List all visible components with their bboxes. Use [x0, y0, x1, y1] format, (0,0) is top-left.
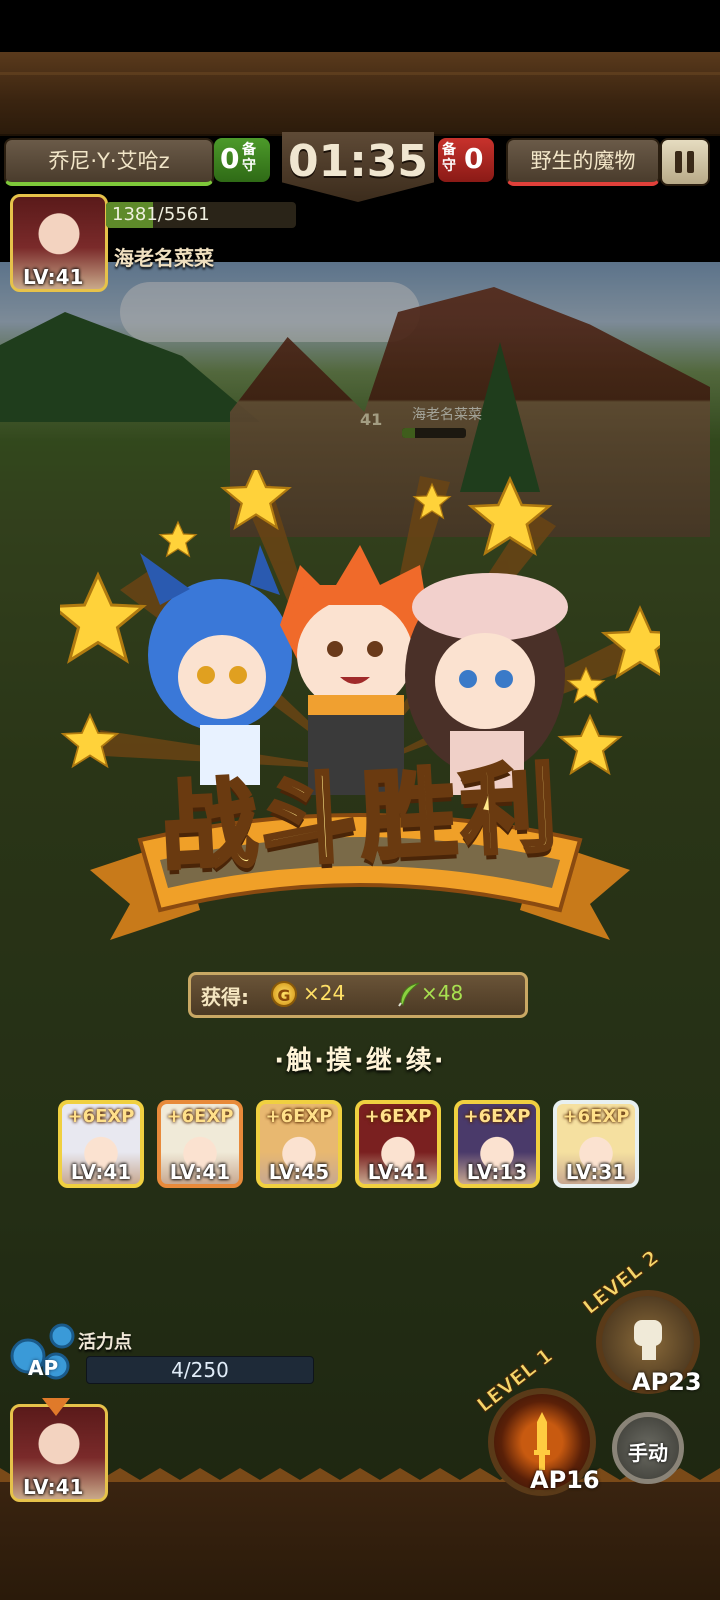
party-member-card: +6EXP LV:41 [157, 1100, 243, 1188]
manual-mode-button[interactable]: 手动 [612, 1412, 684, 1484]
party-member-card: +6EXP LV:41 [58, 1100, 144, 1188]
left-guard-count: 0 [220, 142, 240, 175]
ap-bar: 4/250 [86, 1356, 314, 1384]
bottom-unit-level: LV:41 [23, 1475, 84, 1499]
party-member-card: +6EXP LV:41 [355, 1100, 441, 1188]
top-unit-name: 海老名菜菜 [114, 246, 214, 270]
manual-mode-label: 手动 [628, 1441, 668, 1465]
battle-timer: 01:35 [282, 132, 434, 202]
bottom-wood-band [0, 1482, 720, 1600]
right-guard-count: 0 [464, 142, 484, 175]
party-member-exp: +6EXP [364, 1106, 432, 1127]
party-member-card: +6EXP LV:31 [553, 1100, 639, 1188]
star-icon [60, 712, 120, 769]
top-unit-portrait[interactable]: LV:41 [10, 194, 108, 292]
left-guard-counter: 0 备守 [214, 138, 270, 182]
party-member-exp: +6EXP [67, 1106, 135, 1127]
party-member-card: +6EXP LV:13 [454, 1100, 540, 1188]
touch-to-continue-prompt[interactable]: ·触·摸·继·续· [0, 1040, 720, 1077]
ap-title: 活力点 [78, 1332, 132, 1353]
gold-coin-icon: G [271, 981, 297, 1007]
skill-2-ap-cost: AP23 [632, 1368, 702, 1396]
top-unit-level: LV:41 [23, 265, 84, 289]
left-guard-label: 备守 [242, 142, 256, 174]
sword-icon [534, 1412, 550, 1470]
gold-amount: ×24 [303, 981, 346, 1005]
party-member-level: LV:41 [70, 1160, 132, 1184]
party-member-level: LV:45 [268, 1160, 330, 1184]
right-guard-label: 备守 [442, 142, 456, 174]
bottom-unit-portrait[interactable]: LV:41 [10, 1404, 108, 1502]
party-member-exp: +6EXP [562, 1106, 630, 1127]
party-member-level: LV:41 [367, 1160, 429, 1184]
party-member-exp: +6EXP [265, 1106, 333, 1127]
party-member-exp: +6EXP [463, 1106, 531, 1127]
ap-label: AP [28, 1356, 59, 1380]
party-member-level: LV:41 [169, 1160, 231, 1184]
feather-icon [398, 982, 420, 1007]
party-member-card: +6EXP LV:45 [256, 1100, 342, 1188]
top-wood-band [0, 52, 720, 136]
party-member-exp: +6EXP [166, 1106, 234, 1127]
feather-amount: ×48 [421, 981, 464, 1005]
right-guard-counter: 备守 0 [438, 138, 494, 182]
party-member-level: LV:13 [466, 1160, 528, 1184]
reward-label: 获得: [201, 985, 249, 1009]
right-player-name: 野生的魔物 [506, 138, 660, 186]
party-member-level: LV:31 [565, 1160, 627, 1184]
left-player-name: 乔尼·Y·艾哈z [4, 138, 214, 186]
top-unit-hp-bar: 1381/5561 [106, 202, 296, 228]
reward-bar: 获得: G ×24 ×48 [188, 972, 528, 1018]
top-unit-hp-text: 1381/5561 [112, 204, 210, 225]
skill-1-ap-cost: AP16 [530, 1466, 600, 1494]
pause-button[interactable] [660, 138, 710, 186]
victory-title: 战斗胜利 [156, 750, 565, 887]
fist-icon [634, 1320, 662, 1360]
ap-value: 4/250 [171, 1358, 229, 1382]
